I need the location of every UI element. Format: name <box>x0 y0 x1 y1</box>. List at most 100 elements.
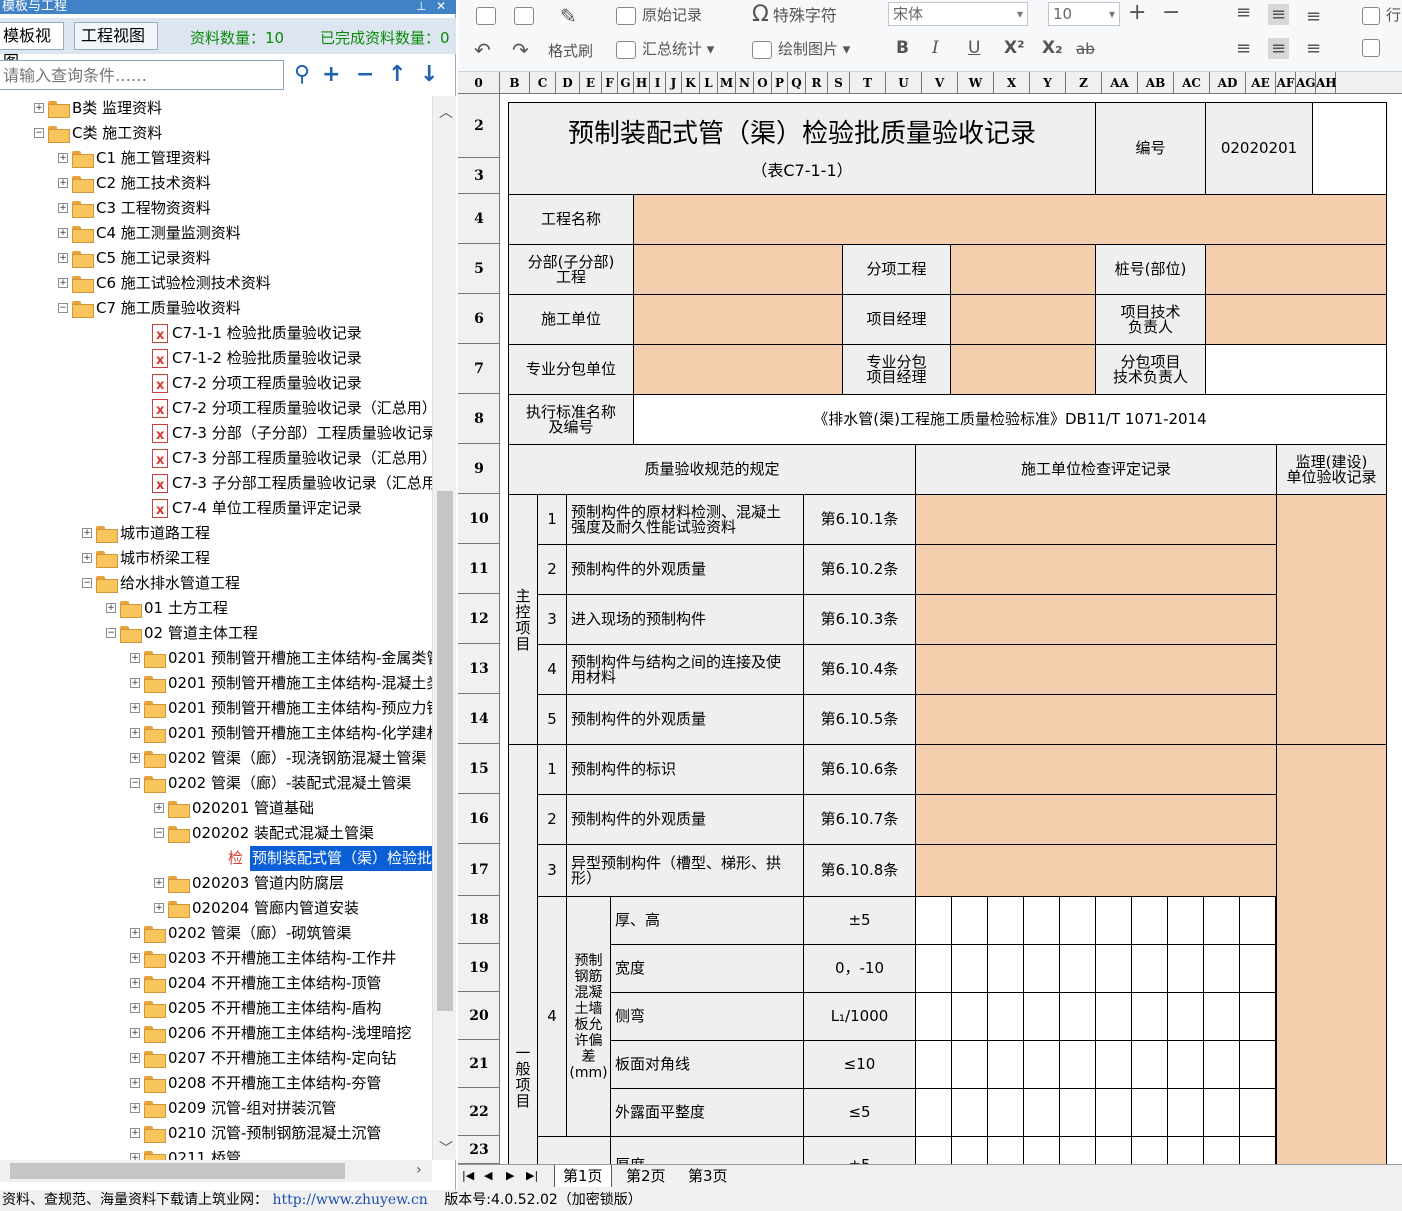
measurement-cell[interactable] <box>1059 1040 1096 1089</box>
font-size-select[interactable]: 10 <box>1048 2 1120 26</box>
column-header-cell[interactable]: AE <box>1246 72 1276 94</box>
expand-icon[interactable]: + <box>130 1003 140 1013</box>
tree-node[interactable]: +0211 桥管 <box>0 1146 432 1160</box>
column-header-cell[interactable]: AG <box>1296 72 1316 94</box>
tree-node[interactable]: +0204 不开槽施工主体结构-顶管 <box>0 971 432 996</box>
check-record-input[interactable] <box>915 694 1277 745</box>
tree-node[interactable]: +0210 沉管-预制钢筋混凝土沉管 <box>0 1121 432 1146</box>
tree-node[interactable]: +0208 不开槽施工主体结构-夯管 <box>0 1071 432 1096</box>
tree-node[interactable]: − 02 管道主体工程 <box>0 621 432 646</box>
tree-node[interactable]: +0209 沉管-组对拼装沉管 <box>0 1096 432 1121</box>
search-icon[interactable]: ⚲ <box>294 60 310 90</box>
special-char-button[interactable]: Ω 特殊字符 <box>752 2 837 27</box>
measurement-cell[interactable] <box>987 1136 1024 1164</box>
sub-pm-input[interactable] <box>950 344 1096 395</box>
tree-node[interactable]: + 城市道路工程 <box>0 521 432 546</box>
expand-icon[interactable]: + <box>130 928 140 938</box>
tree-horizontal-scrollbar[interactable]: › <box>0 1160 432 1182</box>
check-record-input[interactable] <box>915 844 1277 897</box>
measurement-cell[interactable] <box>1059 896 1096 945</box>
measurement-cell[interactable] <box>987 896 1024 945</box>
tree-node[interactable]: + C3 工程物资资料 <box>0 196 432 221</box>
tree-node[interactable]: + 城市桥梁工程 <box>0 546 432 571</box>
measurement-cell[interactable] <box>915 896 952 945</box>
format-painter-button[interactable]: 格式刷 <box>526 40 593 61</box>
add-icon[interactable]: + <box>322 60 340 90</box>
search-input[interactable] <box>0 60 284 90</box>
measurement-cell[interactable] <box>1059 992 1096 1041</box>
sub-division-input[interactable] <box>633 244 843 295</box>
measurement-cell[interactable] <box>951 944 988 993</box>
align-top-left-icon[interactable]: ≡ <box>1236 2 1251 23</box>
column-header-cell[interactable]: O <box>754 72 772 94</box>
measurement-cell[interactable] <box>1203 1088 1240 1137</box>
original-record-button[interactable]: 原始记录 <box>616 4 702 25</box>
tree-node[interactable]: − 给水排水管道工程 <box>0 571 432 596</box>
row-header-cell[interactable]: 17 <box>458 844 499 896</box>
measurement-cell[interactable] <box>987 944 1024 993</box>
expand-icon[interactable]: + <box>58 278 68 288</box>
first-sheet-icon[interactable]: |◀ <box>462 1165 474 1187</box>
column-header-cell[interactable]: U <box>886 72 922 94</box>
row-header-cell[interactable]: 11 <box>458 544 499 594</box>
measurement-cell[interactable] <box>915 1088 952 1137</box>
scroll-up-icon[interactable]: ︿ <box>439 102 453 122</box>
pile-no-input[interactable] <box>1205 244 1387 295</box>
row-header-cell[interactable]: 22 <box>458 1088 499 1136</box>
column-header-cell[interactable]: S <box>828 72 850 94</box>
column-header-cell[interactable]: Z <box>1066 72 1102 94</box>
collapse-icon[interactable]: − <box>154 828 164 838</box>
tree-node[interactable]: C7-3 分部工程质量验收记录（汇总用） <box>0 446 432 473</box>
expand-icon[interactable]: + <box>130 1078 140 1088</box>
row-header-cell[interactable]: 16 <box>458 794 499 844</box>
collapse-icon[interactable]: − <box>82 578 92 588</box>
expand-icon[interactable]: + <box>154 803 164 813</box>
column-header-cell[interactable]: Q <box>788 72 806 94</box>
measurement-cell[interactable] <box>1095 1088 1132 1137</box>
move-up-icon[interactable]: ↑ <box>388 60 406 90</box>
measurement-cell[interactable] <box>1023 1136 1060 1164</box>
contractor-input[interactable] <box>633 294 843 345</box>
measurement-cell[interactable] <box>1203 1136 1240 1164</box>
tree-node[interactable]: C7-1-2 检验批质量验收记录 <box>0 346 432 373</box>
sheet-tab-2[interactable]: 第2页 <box>618 1165 674 1187</box>
tree-node[interactable]: +0205 不开槽施工主体结构-盾构 <box>0 996 432 1021</box>
measurement-cell[interactable] <box>1239 1088 1276 1137</box>
column-header-cell[interactable]: D <box>556 72 580 94</box>
measurement-cell[interactable] <box>987 1088 1024 1137</box>
measurement-cell[interactable] <box>1059 1136 1096 1164</box>
column-header-cell[interactable]: AA <box>1102 72 1138 94</box>
sheet-tab-1[interactable]: 第1页 <box>554 1165 612 1187</box>
scroll-down-icon[interactable]: ﹀ <box>439 1138 453 1158</box>
row-header-cell[interactable]: 9 <box>458 444 499 494</box>
column-header-cell[interactable]: Y <box>1030 72 1066 94</box>
check-record-input[interactable] <box>915 644 1277 695</box>
tree-node[interactable]: C7-4 单位工程质量评定记录 <box>0 496 432 523</box>
tree-node[interactable]: + B类 监理资料 <box>0 96 432 121</box>
tree-node[interactable]: C7-2 分项工程质量验收记录 <box>0 371 432 398</box>
measurement-cell[interactable] <box>1203 896 1240 945</box>
measurement-cell[interactable] <box>1167 1136 1204 1164</box>
measurement-cell[interactable] <box>1023 1088 1060 1137</box>
measurement-cell[interactable] <box>1167 1040 1204 1089</box>
check-record-input[interactable] <box>915 594 1277 645</box>
tab-project-view[interactable]: 工程视图 <box>74 22 158 50</box>
expand-icon[interactable]: + <box>130 1153 140 1160</box>
measurement-cell[interactable] <box>1059 1088 1096 1137</box>
underline-button[interactable]: U <box>968 38 980 58</box>
row-header-cell[interactable]: 20 <box>458 992 499 1040</box>
expand-icon[interactable]: + <box>130 1103 140 1113</box>
tree-node[interactable]: +01 土方工程 <box>0 596 432 621</box>
measurement-cell[interactable] <box>951 1040 988 1089</box>
subcontractor-input[interactable] <box>633 344 843 395</box>
column-header-cell[interactable]: AC <box>1174 72 1210 94</box>
measurement-cell[interactable] <box>1023 944 1060 993</box>
column-header-cell[interactable]: AF <box>1276 72 1296 94</box>
font-select[interactable]: 宋体 <box>888 2 1028 26</box>
measurement-cell[interactable] <box>951 992 988 1041</box>
copy-icon[interactable] <box>514 6 540 25</box>
expand-icon[interactable]: + <box>82 528 92 538</box>
tree-node[interactable]: +020204 管廊内管道安装 <box>0 896 432 921</box>
expand-icon[interactable]: + <box>58 178 68 188</box>
align-top-right-icon[interactable]: ≡ <box>1306 6 1321 27</box>
